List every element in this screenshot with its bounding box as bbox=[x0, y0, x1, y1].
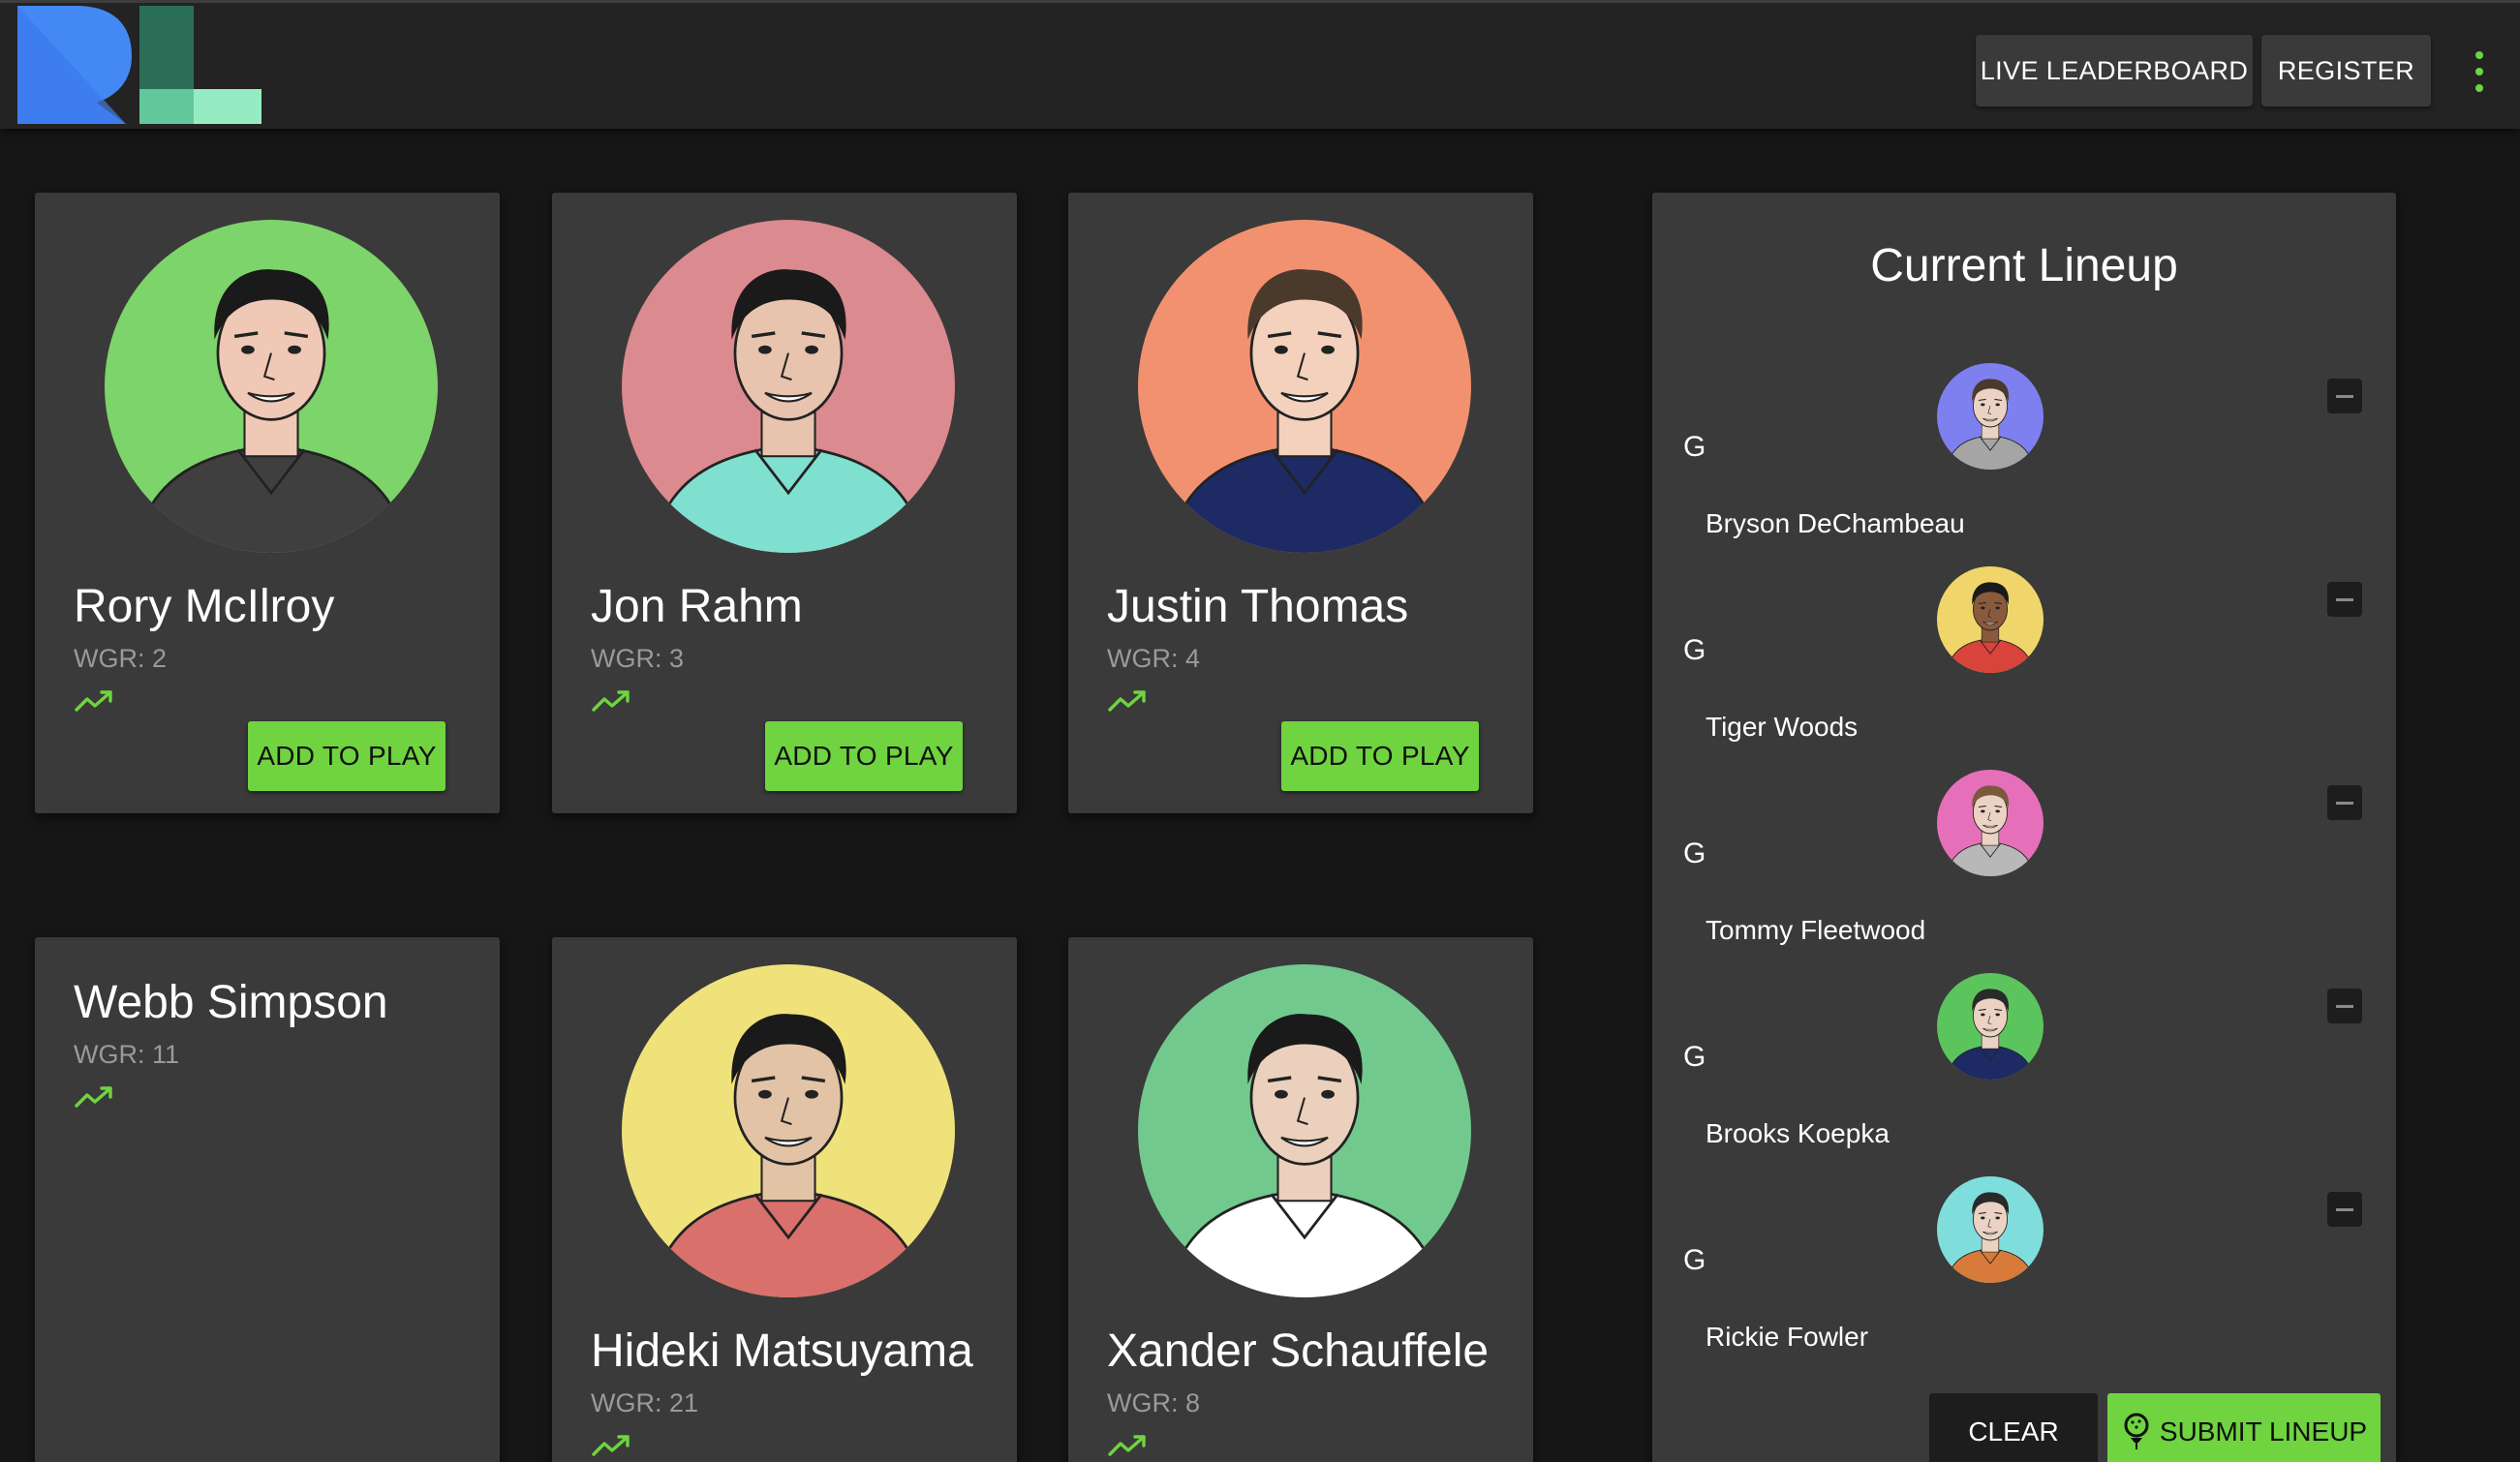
app-root: LIVE LEADERBOARD REGISTER Rory McIlroy WG… bbox=[0, 0, 2520, 1462]
submit-lineup-button[interactable]: SUBMIT LINEUP bbox=[2107, 1393, 2381, 1462]
player-avatar bbox=[1138, 220, 1471, 553]
slot-avatar bbox=[1937, 973, 2044, 1080]
slot-player-name: Tiger Woods bbox=[1706, 712, 1859, 742]
player-wgr: WGR: 21 bbox=[591, 1388, 699, 1417]
slot-avatar bbox=[1937, 770, 2044, 876]
player-card[interactable]: Justin Thomas WGR: 4 ADD TO PLAY bbox=[1068, 193, 1533, 813]
slot-avatar bbox=[1937, 363, 2044, 470]
player-wgr: WGR: 11 bbox=[74, 1040, 180, 1069]
submit-lineup-label: SUBMIT LINEUP bbox=[2159, 1416, 2368, 1447]
lineup-slot: G Brooks Koepka bbox=[1652, 973, 2396, 1176]
player-card[interactable]: Rory McIlroy WGR: 2 ADD TO PLAY bbox=[35, 193, 500, 813]
player-avatar bbox=[1138, 964, 1471, 1297]
player-wgr: WGR: 4 bbox=[1107, 644, 1201, 673]
player-name: Hideki Matsuyama bbox=[591, 1325, 973, 1377]
slot-position: G bbox=[1683, 838, 1706, 869]
app-bar: LIVE LEADERBOARD REGISTER bbox=[0, 0, 2520, 129]
player-card[interactable]: Jon Rahm WGR: 3 ADD TO PLAY bbox=[552, 193, 1017, 813]
lineup-title: Current Lineup bbox=[1870, 240, 2178, 291]
trending-up-icon bbox=[74, 1084, 116, 1110]
golf-icon bbox=[2124, 1413, 2149, 1449]
clear-button[interactable]: CLEAR bbox=[1929, 1393, 2098, 1462]
player-name: Webb Simpson bbox=[74, 977, 388, 1028]
player-wgr: WGR: 2 bbox=[74, 644, 168, 673]
remove-icon[interactable] bbox=[2327, 582, 2362, 617]
more-vertical-icon[interactable] bbox=[2468, 51, 2491, 92]
player-wgr: WGR: 8 bbox=[1107, 1388, 1201, 1417]
remove-icon[interactable] bbox=[2327, 989, 2362, 1023]
player-avatar bbox=[622, 220, 955, 553]
register-button[interactable]: REGISTER bbox=[2261, 35, 2431, 107]
slot-position: G bbox=[1683, 1041, 1706, 1073]
remove-icon[interactable] bbox=[2327, 1192, 2362, 1227]
trending-up-icon bbox=[591, 1433, 633, 1458]
player-name: Jon Rahm bbox=[591, 581, 803, 632]
lineup-slot: G Bryson DeChambeau bbox=[1652, 363, 2396, 566]
player-card[interactable]: Webb Simpson WGR: 11 bbox=[35, 937, 500, 1462]
logo-icon[interactable] bbox=[17, 6, 261, 124]
live-leaderboard-button[interactable]: LIVE LEADERBOARD bbox=[1976, 35, 2253, 107]
slot-player-name: Bryson DeChambeau bbox=[1706, 508, 1965, 538]
slot-position: G bbox=[1683, 431, 1706, 463]
slot-avatar bbox=[1937, 1176, 2044, 1283]
slot-avatar bbox=[1937, 566, 2044, 673]
player-avatar bbox=[105, 220, 438, 553]
lineup-panel: Current Lineup G Bryson DeChambeau G Tiger … bbox=[1652, 193, 2396, 1462]
slot-player-name: Tommy Fleetwood bbox=[1706, 915, 1926, 945]
add-to-play-button[interactable]: ADD TO PLAY bbox=[765, 721, 963, 791]
lineup-slot: G Tiger Woods bbox=[1652, 566, 2396, 770]
player-name: Rory McIlroy bbox=[74, 581, 335, 632]
add-to-play-button[interactable]: ADD TO PLAY bbox=[1281, 721, 1479, 791]
player-name: Justin Thomas bbox=[1107, 581, 1409, 632]
remove-icon[interactable] bbox=[2327, 785, 2362, 820]
trending-up-icon bbox=[591, 688, 633, 714]
slot-position: G bbox=[1683, 634, 1706, 666]
lineup-slot: G Rickie Fowler bbox=[1652, 1176, 2396, 1380]
player-card[interactable]: Xander Schauffele WGR: 8 bbox=[1068, 937, 1533, 1462]
add-to-play-button[interactable]: ADD TO PLAY bbox=[248, 721, 446, 791]
player-wgr: WGR: 3 bbox=[591, 644, 685, 673]
slot-player-name: Rickie Fowler bbox=[1706, 1322, 1869, 1352]
lineup-slot: G Tommy Fleetwood bbox=[1652, 770, 2396, 973]
player-name: Xander Schauffele bbox=[1107, 1325, 1490, 1377]
player-avatar bbox=[622, 964, 955, 1297]
slot-player-name: Brooks Koepka bbox=[1706, 1118, 1890, 1148]
trending-up-icon bbox=[74, 688, 116, 714]
trending-up-icon bbox=[1107, 1433, 1150, 1458]
slot-position: G bbox=[1683, 1244, 1706, 1276]
player-card[interactable]: Hideki Matsuyama WGR: 21 bbox=[552, 937, 1017, 1462]
remove-icon[interactable] bbox=[2327, 379, 2362, 413]
trending-up-icon bbox=[1107, 688, 1150, 714]
